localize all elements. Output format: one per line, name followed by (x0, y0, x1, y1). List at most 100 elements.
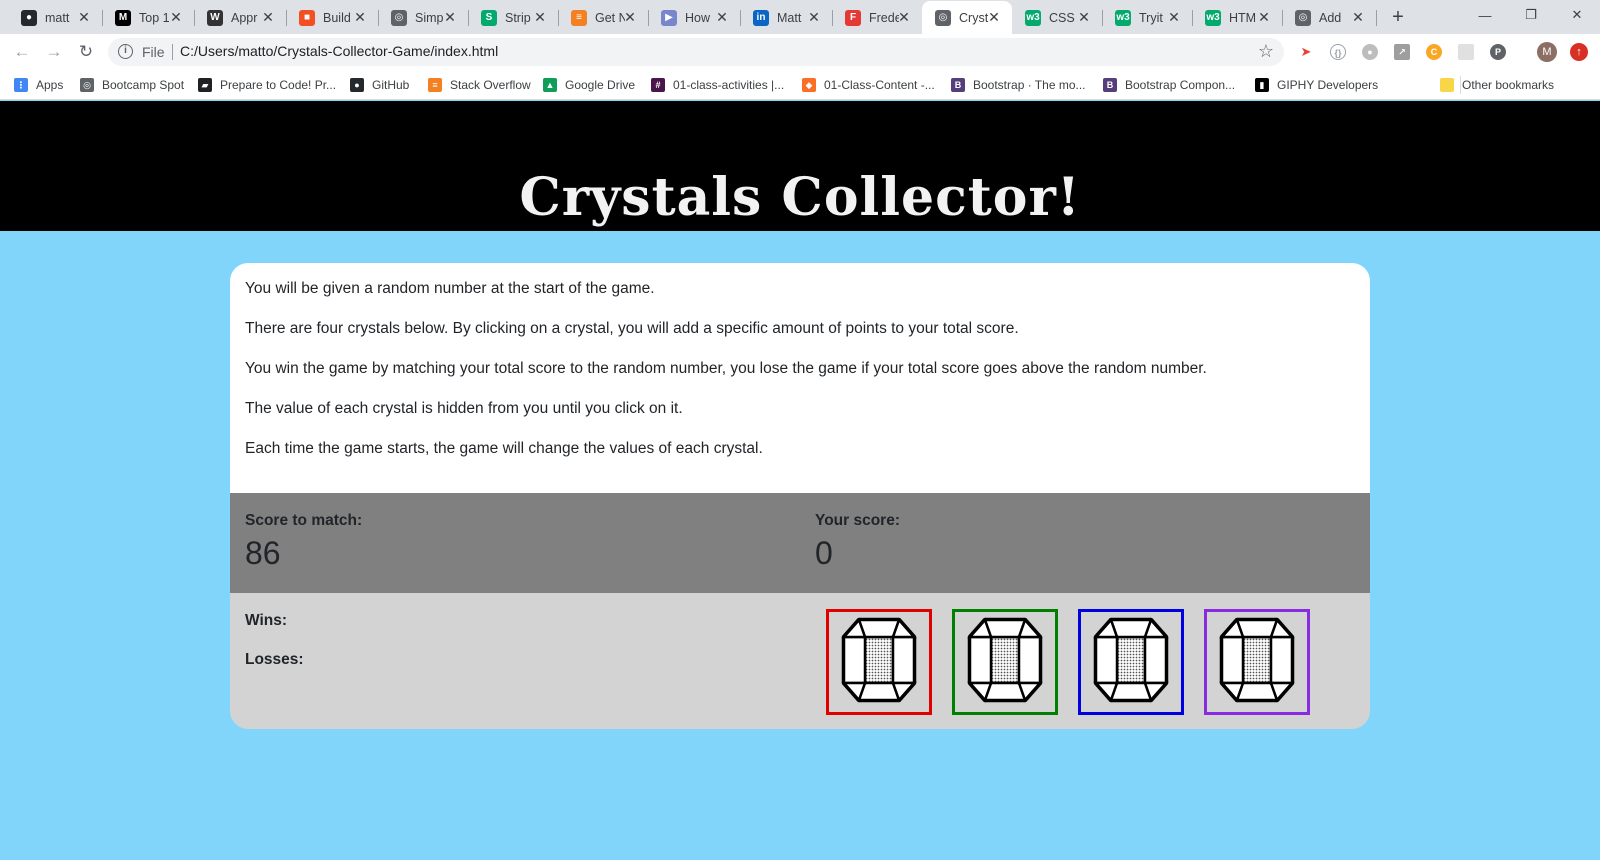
slack-icon: # (651, 78, 665, 92)
bookmark-item[interactable]: #01-class-activities |... (651, 76, 784, 94)
browser-tab[interactable]: S Strip ✕ (468, 1, 559, 34)
google-drive-icon: ▲ (543, 78, 557, 92)
giphy-icon: ▮ (1255, 78, 1269, 92)
reload-icon[interactable]: ↻ (74, 40, 98, 64)
close-tab-icon[interactable]: ✕ (76, 9, 92, 25)
bookmark-item[interactable]: ◎ Bootcamp Spot (80, 76, 184, 94)
close-tab-icon[interactable]: ✕ (1256, 9, 1272, 25)
browser-tab[interactable]: W Appr ✕ (194, 1, 287, 34)
close-tab-icon[interactable]: ✕ (714, 9, 730, 25)
crystal-button[interactable] (1204, 609, 1310, 715)
user-score-value: 0 (815, 535, 833, 571)
browser-tab[interactable]: ◎ Add ✕ (1282, 1, 1377, 34)
bookmark-label: Bootcamp Spot (102, 78, 185, 92)
tab-title: Tryit (1139, 10, 1163, 25)
bookmark-item[interactable]: ▮ GIPHY Developers (1255, 76, 1378, 94)
browser-tab[interactable]: ≡ Get N ✕ (558, 1, 649, 34)
page-header: Crystals Collector! (0, 101, 1600, 231)
tab-title: Simp (415, 10, 444, 25)
omnibox-divider (172, 44, 173, 60)
close-tab-icon[interactable]: ✕ (168, 9, 184, 25)
browser-tab[interactable]: w3 Tryit ✕ (1102, 1, 1193, 34)
linkedin-icon: in (753, 9, 769, 26)
browser-tab[interactable]: ● matt ✕ (8, 1, 103, 34)
bookmark-item[interactable]: B Bootstrap · The mo... (951, 76, 1086, 94)
user-score-block: Your score: 0 (815, 512, 900, 572)
crystal-button[interactable] (952, 609, 1058, 715)
extension-c-icon[interactable]: C (1426, 44, 1442, 60)
bookmark-item[interactable]: B Bootstrap Compon... (1103, 76, 1235, 94)
site-info-icon[interactable]: i (118, 44, 133, 59)
browser-tab[interactable]: ■ Build ✕ (286, 1, 379, 34)
close-tab-icon[interactable]: ✕ (622, 9, 638, 25)
wins-stat: Wins: (245, 612, 293, 630)
crystal-button[interactable] (826, 609, 932, 715)
bookmark-item[interactable]: ● GitHub (350, 76, 409, 94)
bookmark-icon: ▶ (661, 9, 677, 26)
bookmark-label: Prepare to Code! Pr... (220, 78, 337, 92)
forward-icon[interactable]: → (42, 40, 66, 64)
instruction-line: You will be given a random number at the… (245, 280, 655, 297)
browser-tab[interactable]: w3 CSS B✕ (1012, 1, 1103, 34)
losses-label: Losses: (245, 651, 304, 668)
browser-tab[interactable]: ◎ Simp ✕ (378, 1, 469, 34)
bootstrap-icon: B (1103, 78, 1117, 92)
browser-tab[interactable]: M Top 1 ✕ (102, 1, 195, 34)
target-score-label: Score to match: (245, 512, 363, 529)
browser-tab[interactable]: w3 HTM ✕ (1192, 1, 1283, 34)
close-tab-icon[interactable]: ✕ (352, 9, 368, 25)
stats-and-crystals: Wins: Losses: (230, 593, 1370, 729)
minimize-icon[interactable]: — (1462, 0, 1508, 30)
extension-compass-icon[interactable]: ● (1362, 44, 1378, 60)
tab-title: Matt (777, 10, 802, 25)
extension-square-icon[interactable] (1458, 44, 1474, 60)
url-text[interactable]: C:/Users/matto/Crystals-Collector-Game/i… (180, 43, 498, 59)
browser-tab[interactable]: ▶ How ✕ (648, 1, 741, 34)
extension-pinterest-icon[interactable]: P (1490, 44, 1506, 60)
browser-tab[interactable]: ◎ Cryst ✕ (922, 1, 1012, 34)
close-tab-icon[interactable]: ✕ (1350, 9, 1366, 25)
close-tab-icon[interactable]: ✕ (896, 9, 912, 25)
close-tab-icon[interactable]: ✕ (260, 9, 276, 25)
extension-json-icon[interactable]: {} (1330, 44, 1346, 60)
close-tab-icon[interactable]: ✕ (986, 9, 1002, 25)
bookmark-item[interactable]: ▰ Prepare to Code! Pr... (198, 76, 336, 94)
close-tab-icon[interactable]: ✕ (532, 9, 548, 25)
globe-icon: ◎ (1295, 9, 1311, 26)
tab-title: Strip (505, 10, 531, 25)
bookmark-label: Stack Overflow (450, 78, 531, 92)
crystal-icon (1219, 617, 1295, 708)
extension-cast-icon[interactable]: ➤ (1298, 44, 1314, 60)
target-score-block: Score to match: 86 (245, 512, 362, 572)
close-window-icon[interactable]: ✕ (1554, 0, 1600, 30)
bookmark-label: Apps (36, 78, 64, 92)
update-icon[interactable]: ↑ (1570, 43, 1588, 61)
stackoverflow-icon: ≡ (428, 78, 442, 92)
address-bar[interactable]: i File C:/Users/matto/Crystals-Collector… (108, 38, 1284, 66)
crystal-button[interactable] (1078, 609, 1184, 715)
close-tab-icon[interactable]: ✕ (442, 9, 458, 25)
bookmarks-bar: ⋮ Apps ◎ Bootcamp Spot ▰ Prepare to Code! Pr.… (0, 70, 1600, 100)
back-icon[interactable]: ← (10, 40, 34, 64)
bookmark-item[interactable]: ◆ 01-Class-Content -... (802, 76, 935, 94)
tab-title: Cryst (959, 10, 989, 25)
bookmark-label: Other bookmarks (1462, 78, 1555, 92)
bookmark-label: 01-class-activities |... (673, 78, 785, 92)
extension-pdf-icon[interactable]: ↗ (1394, 44, 1410, 60)
close-tab-icon[interactable]: ✕ (1076, 9, 1092, 25)
close-tab-icon[interactable]: ✕ (806, 9, 822, 25)
browser-tab[interactable]: F Frede ✕ (832, 1, 922, 34)
bookmark-item[interactable]: ≡ Stack Overflow (428, 76, 531, 94)
w3-icon: S (481, 9, 497, 26)
bookmark-item[interactable]: Other bookmarks (1440, 76, 1554, 94)
bookmark-star-icon[interactable]: ☆ (1258, 41, 1274, 62)
profile-avatar[interactable]: M (1537, 42, 1557, 62)
browser-tab[interactable]: in Matt ✕ (740, 1, 833, 34)
close-tab-icon[interactable]: ✕ (1166, 9, 1182, 25)
bookmark-item[interactable]: ⋮ Apps (14, 76, 63, 94)
github-icon: ● (350, 78, 364, 92)
restore-icon[interactable]: ❐ (1508, 0, 1554, 30)
new-tab-button[interactable]: + (1386, 6, 1410, 30)
bookmark-item[interactable]: ▲ Google Drive (543, 76, 635, 94)
tab-title: Add (1319, 10, 1342, 25)
